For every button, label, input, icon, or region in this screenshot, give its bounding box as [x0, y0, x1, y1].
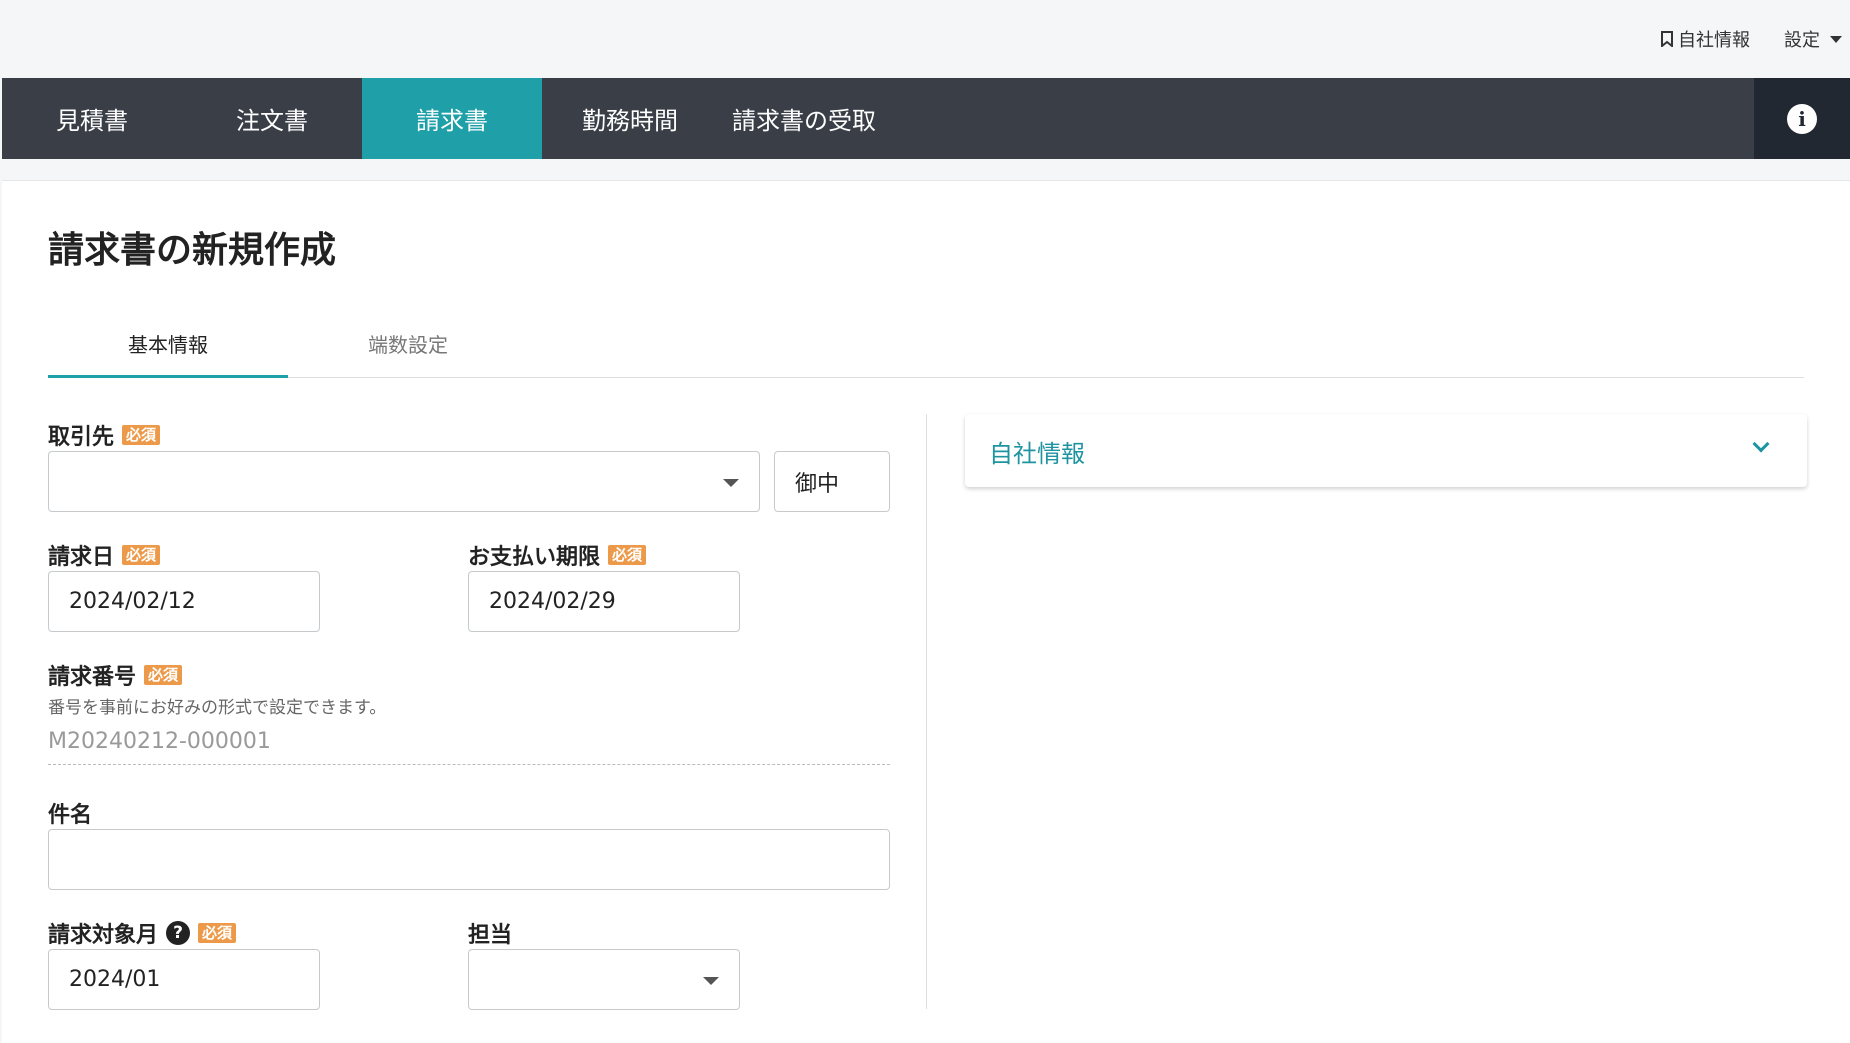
subtab-basic-info[interactable]: 基本情報: [48, 321, 288, 378]
subject-input[interactable]: [48, 829, 890, 890]
target-month-label: 請求対象月 ? 必須: [48, 917, 237, 949]
required-badge: 必須: [608, 545, 647, 565]
settings-dropdown[interactable]: 設定: [1784, 26, 1842, 52]
person-in-charge-select[interactable]: [468, 949, 740, 1010]
target-month-label-text: 請求対象月: [48, 923, 159, 948]
invoice-date-input[interactable]: 2024/02/12: [48, 571, 320, 632]
required-badge: 必須: [122, 425, 161, 445]
info-icon: i: [1787, 103, 1817, 134]
subtab-label: 端数設定: [368, 333, 448, 357]
company-info-link[interactable]: 自社情報: [1660, 26, 1750, 52]
caret-down-icon: [703, 977, 719, 985]
subtab-rounding-settings[interactable]: 端数設定: [288, 321, 528, 378]
due-date-value: 2024/02/29: [489, 589, 616, 614]
nav-tab-label: 見積書: [56, 107, 128, 135]
due-date-label: お支払い期限 必須: [468, 539, 647, 571]
subject-label: 件名: [48, 797, 92, 829]
required-badge: 必須: [122, 545, 161, 565]
invoice-number-label: 請求番号 必須: [48, 659, 183, 691]
nav-tab-label: 注文書: [236, 107, 308, 135]
nav-tab-orders[interactable]: 注文書: [182, 78, 362, 159]
invoice-date-value: 2024/02/12: [69, 589, 196, 614]
settings-label: 設定: [1784, 30, 1820, 51]
honorific-select[interactable]: 御中: [774, 451, 890, 512]
person-in-charge-label: 担当: [468, 917, 512, 949]
target-month-value: 2024/01: [69, 967, 161, 992]
client-select[interactable]: [48, 451, 760, 512]
subject-label-text: 件名: [48, 803, 93, 828]
chevron-down-icon: [1752, 435, 1770, 453]
subtab-label: 基本情報: [128, 333, 208, 357]
invoice-date-label: 請求日 必須: [48, 539, 161, 571]
person-in-charge-label-text: 担当: [468, 923, 513, 948]
main-navigation: 見積書 注文書 請求書 勤務時間 請求書の受取 i: [2, 78, 1850, 159]
nav-tab-label: 請求書の受取: [732, 107, 876, 135]
top-utility-bar: 自社情報 設定: [0, 0, 1850, 78]
page-title: 請求書の新規作成: [48, 230, 337, 271]
caret-down-icon: [723, 479, 739, 487]
nav-tab-invoice-receipt[interactable]: 請求書の受取: [712, 78, 942, 159]
subtab-bar: 基本情報 端数設定: [48, 321, 1804, 378]
required-badge: 必須: [144, 665, 183, 685]
due-date-label-text: お支払い期限: [468, 545, 601, 570]
invoice-number-value[interactable]: M20240212-000001: [48, 729, 890, 765]
due-date-input[interactable]: 2024/02/29: [468, 571, 740, 632]
client-label-text: 取引先: [48, 425, 115, 450]
info-button[interactable]: i: [1754, 78, 1850, 159]
bookmark-icon: [1661, 31, 1673, 47]
help-icon[interactable]: ?: [166, 921, 191, 945]
nav-tab-invoices[interactable]: 請求書: [362, 78, 542, 159]
nav-tab-label: 勤務時間: [582, 107, 678, 135]
nav-tab-quotes[interactable]: 見積書: [2, 78, 182, 159]
invoice-number-hint: 番号を事前にお好みの形式で設定できます。: [48, 698, 387, 718]
required-badge: 必須: [198, 923, 237, 943]
caret-down-icon: [1830, 35, 1842, 43]
target-month-input[interactable]: 2024/01: [48, 949, 320, 1010]
nav-tab-working-hours[interactable]: 勤務時間: [542, 78, 712, 159]
honorific-value: 御中: [795, 471, 840, 497]
client-label: 取引先 必須: [48, 419, 161, 451]
invoice-date-label-text: 請求日: [48, 545, 115, 570]
company-info-accordion[interactable]: 自社情報: [965, 414, 1807, 487]
column-divider: [926, 414, 927, 1009]
content-card: 請求書の新規作成 基本情報 端数設定 取引先 必須 御中 請求日 必須 2024…: [2, 180, 1850, 1043]
invoice-number-label-text: 請求番号: [48, 665, 137, 690]
accordion-title: 自社情報: [989, 440, 1085, 468]
company-info-label: 自社情報: [1678, 30, 1750, 51]
nav-tab-label: 請求書: [416, 107, 488, 135]
